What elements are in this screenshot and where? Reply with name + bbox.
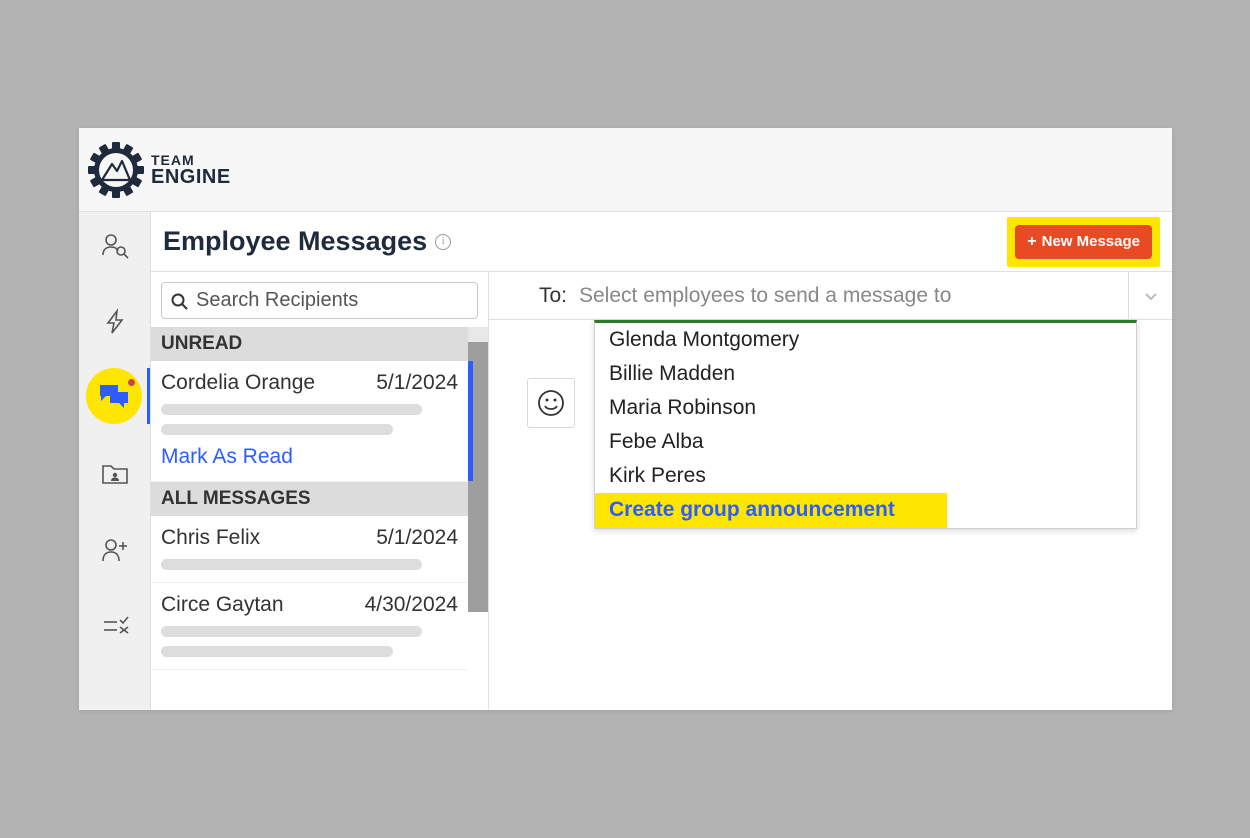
app-header: TEAM ENGINE xyxy=(79,128,1172,212)
message-preview-skeleton xyxy=(161,646,393,657)
conversation-list-pane: Search Recipients UNREAD Cordelia Orange… xyxy=(151,272,489,710)
sidebar-item-messages[interactable] xyxy=(79,374,150,422)
to-label: To: xyxy=(489,284,579,308)
sidebar-item-add-person[interactable] xyxy=(79,526,150,574)
to-select[interactable]: Select employees to send a message to xyxy=(579,284,1128,308)
active-bar xyxy=(147,368,150,424)
title-row: Employee Messages i + New Message xyxy=(151,212,1172,272)
people-search-icon xyxy=(100,231,130,261)
page-title: Employee Messages i xyxy=(163,226,451,257)
recipient-option[interactable]: Febe Alba xyxy=(595,425,1136,459)
conversation-name: Cordelia Orange xyxy=(161,371,315,395)
create-group-announcement[interactable]: Create group announcement xyxy=(595,493,947,528)
conversation-date: 4/30/2024 xyxy=(365,593,458,617)
gear-mountain-icon xyxy=(87,141,145,199)
new-message-button[interactable]: + New Message xyxy=(1015,225,1152,259)
plus-icon: + xyxy=(1027,233,1036,251)
sidebar-item-folder[interactable] xyxy=(79,450,150,498)
conversation-date: 5/1/2024 xyxy=(376,371,458,395)
nav-sidebar xyxy=(79,212,151,710)
message-preview-skeleton xyxy=(161,559,422,570)
emoji-picker-button[interactable] xyxy=(527,378,575,428)
search-icon xyxy=(170,292,188,310)
chat-icon xyxy=(98,382,132,410)
message-preview-skeleton xyxy=(161,626,422,637)
conversation-name: Circe Gaytan xyxy=(161,593,284,617)
section-unread-header: UNREAD xyxy=(151,327,468,361)
to-row: To: Select employees to send a message t… xyxy=(489,272,1172,320)
to-dropdown-toggle[interactable] xyxy=(1128,272,1172,319)
mark-as-read-link[interactable]: Mark As Read xyxy=(161,445,458,469)
app-window: TEAM ENGINE xyxy=(79,128,1172,710)
compose-pane: To: Select employees to send a message t… xyxy=(489,272,1172,710)
search-placeholder: Search Recipients xyxy=(196,289,358,312)
message-preview-skeleton xyxy=(161,424,393,435)
conversation-date: 5/1/2024 xyxy=(376,526,458,550)
lightning-icon xyxy=(101,308,129,336)
new-message-label: New Message xyxy=(1042,233,1140,250)
checklist-icon xyxy=(101,615,129,637)
conversation-name: Chris Felix xyxy=(161,526,260,550)
recipient-option[interactable]: Glenda Montgomery xyxy=(595,323,1136,357)
brand-line1: TEAM xyxy=(151,153,231,167)
brand-line2: ENGINE xyxy=(151,167,231,187)
info-icon[interactable]: i xyxy=(435,234,451,250)
folder-person-icon xyxy=(100,461,130,487)
search-input[interactable]: Search Recipients xyxy=(161,282,478,319)
conversation-item[interactable]: Chris Felix 5/1/2024 xyxy=(151,516,468,583)
person-plus-icon xyxy=(100,536,130,564)
page-title-text: Employee Messages xyxy=(163,226,427,257)
conversation-item[interactable]: Cordelia Orange 5/1/2024 Mark As Read xyxy=(151,361,468,482)
sidebar-item-checklist[interactable] xyxy=(79,602,150,650)
sidebar-item-activity[interactable] xyxy=(79,298,150,346)
conversation-item[interactable]: Circe Gaytan 4/30/2024 xyxy=(151,583,468,670)
sidebar-item-people[interactable] xyxy=(79,222,150,270)
recipients-dropdown: Glenda Montgomery Billie Madden Maria Ro… xyxy=(594,320,1137,529)
section-all-header: ALL MESSAGES xyxy=(151,482,468,516)
recipient-option[interactable]: Billie Madden xyxy=(595,357,1136,391)
recipient-option[interactable]: Kirk Peres xyxy=(595,459,1136,493)
message-preview-skeleton xyxy=(161,404,422,415)
recipient-option[interactable]: Maria Robinson xyxy=(595,391,1136,425)
unread-dot-icon xyxy=(128,379,135,386)
button-highlight: + New Message xyxy=(1007,217,1160,267)
chevron-down-icon xyxy=(1143,288,1159,304)
brand-logo: TEAM ENGINE xyxy=(87,141,231,199)
smiley-icon xyxy=(536,388,566,418)
